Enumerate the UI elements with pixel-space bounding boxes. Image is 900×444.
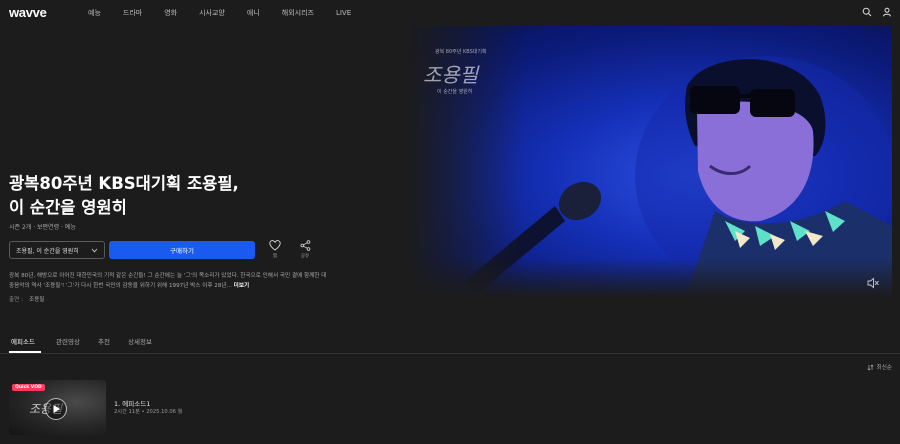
share-icon <box>299 240 310 251</box>
volume-mute-icon <box>867 277 879 289</box>
nav-item-movie[interactable]: 영화 <box>164 8 177 18</box>
page-title: 광복80주년 KBS대기획 조용필, 이 순간을 영원히 <box>9 174 239 217</box>
mute-button[interactable] <box>866 274 880 289</box>
share-label: 공유 <box>300 254 310 259</box>
more-link[interactable]: 더보기 <box>234 283 249 289</box>
like-button[interactable]: 찜 <box>265 240 285 259</box>
nav-item-animation[interactable]: 애니 <box>247 8 260 18</box>
like-label: 찜 <box>272 254 278 259</box>
sort-button[interactable]: 최신순 <box>867 363 892 371</box>
purchase-button[interactable]: 구매하기 <box>109 241 255 259</box>
top-header: wavve 예능 드라마 영화 시사교양 애니 해외시리즈 LIVE <box>0 0 900 26</box>
heart-icon <box>269 240 281 251</box>
sort-label: 최신순 <box>876 365 892 371</box>
active-tab-indicator <box>9 351 41 353</box>
cast-line: 출연 : 조용필 <box>9 295 44 303</box>
tab-details[interactable]: 상세정보 <box>128 336 152 346</box>
episode-title[interactable]: 1. 에피소드1 <box>114 398 150 408</box>
sort-icon <box>867 364 873 370</box>
quick-vod-badge: Quick VOD <box>12 384 45 391</box>
description-text: 광복 80년, 해방으로 이어진 대한민국의 기적 같은 순간들! 그 순간에는… <box>9 273 327 289</box>
show-logo-title: 조용필 <box>423 63 479 87</box>
episode-thumbnail[interactable]: Quick VOD 조용필 <box>9 380 106 435</box>
cast-label: 출연 : <box>9 297 23 303</box>
main-nav: 예능 드라마 영화 시사교양 애니 해외시리즈 LIVE <box>88 0 373 26</box>
wavve-logo[interactable]: wavve <box>9 5 47 20</box>
share-button[interactable]: 공유 <box>295 240 315 259</box>
nav-item-live[interactable]: LIVE <box>336 9 351 17</box>
nav-item-documentary[interactable]: 시사교양 <box>199 8 225 18</box>
show-description: 광복 80년, 해방으로 이어진 대한민국의 기적 같은 순간들! 그 순간에는… <box>9 271 327 291</box>
tab-related[interactable]: 관련영상 <box>56 336 80 346</box>
nav-item-foreign-series[interactable]: 해외시리즈 <box>282 8 314 18</box>
play-icon <box>53 405 60 413</box>
header-icons <box>862 7 892 17</box>
content-tabs: 에피소드 관련영상 추천 상세정보 <box>0 330 900 354</box>
nav-item-drama[interactable]: 드라마 <box>123 8 142 18</box>
show-logo: 광복 80주년 KBS대기획 조용필 이 순간을 영원히 <box>423 48 493 118</box>
chevron-down-icon <box>91 248 98 252</box>
season-select[interactable]: 조용필, 이 순간을 영원히 <box>9 241 105 259</box>
search-icon[interactable] <box>862 7 872 17</box>
purchase-button-label: 구매하기 <box>170 247 194 255</box>
season-select-label: 조용필, 이 순간을 영원히 <box>16 247 79 255</box>
show-logo-kicker: 광복 80주년 KBS대기획 <box>435 49 487 55</box>
hero-fade-bottom <box>405 258 892 298</box>
tab-recommended[interactable]: 추천 <box>98 336 110 346</box>
profile-icon[interactable] <box>882 7 892 17</box>
hero-image: 광복 80주년 KBS대기획 조용필 이 순간을 영원히 <box>405 26 892 298</box>
episode-meta: 2시간 11분 • 2025.10.06 월 <box>114 409 183 415</box>
tab-episodes[interactable]: 에피소드 <box>11 336 35 346</box>
episode-play-button[interactable] <box>45 398 67 420</box>
nav-item-entertainment[interactable]: 예능 <box>88 8 101 18</box>
cast-value[interactable]: 조용필 <box>29 297 44 303</box>
show-meta: 시즌 2개 · 보편연령 · 예능 <box>9 224 76 231</box>
show-logo-subtitle: 이 순간을 영원히 <box>437 89 473 95</box>
